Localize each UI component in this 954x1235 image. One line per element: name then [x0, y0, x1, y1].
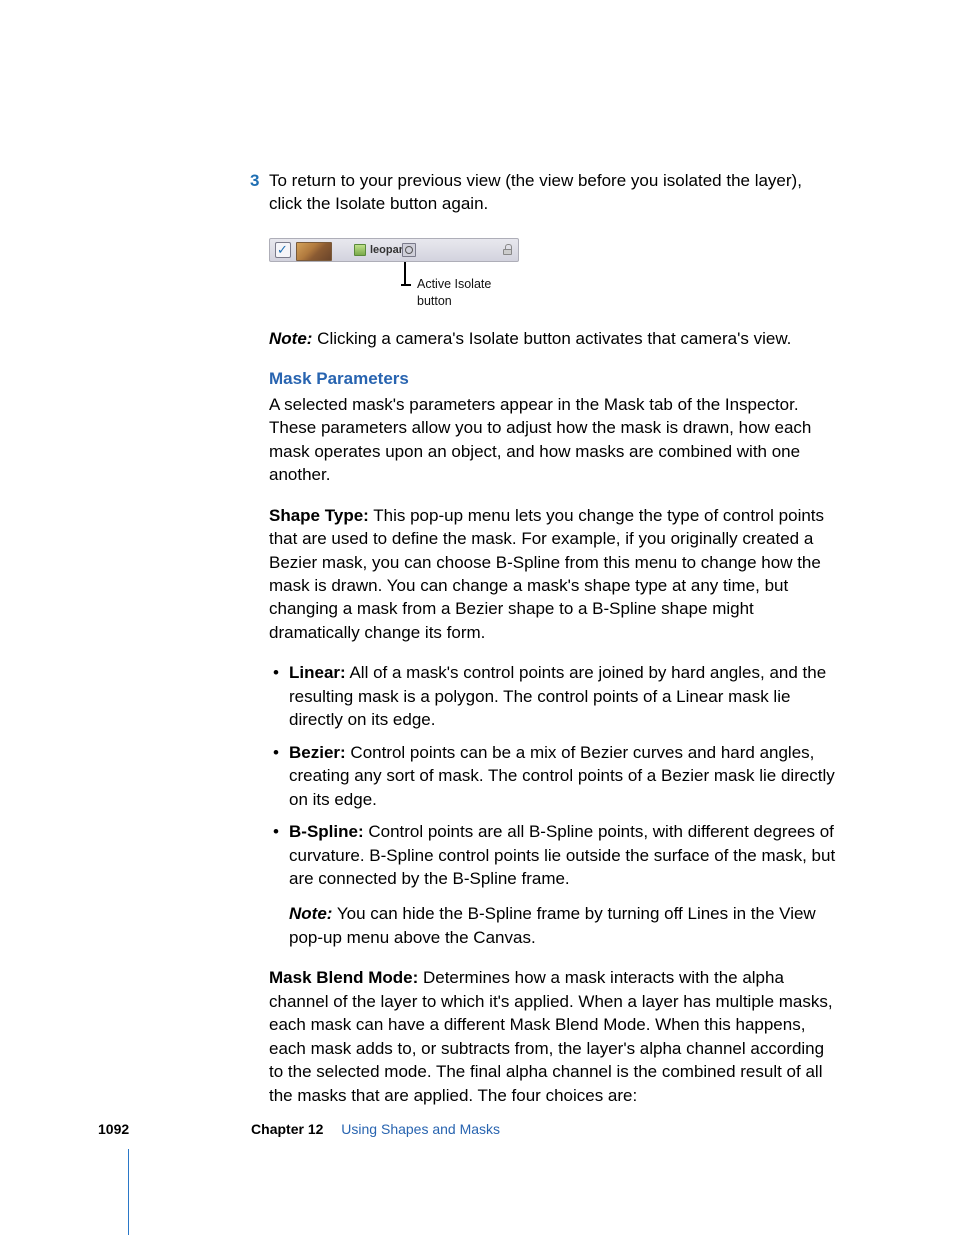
note-clicking-camera: Note: Clicking a camera's Isolate button… — [269, 327, 837, 350]
page-footer: 1092 Chapter 12 Using Shapes and Masks — [98, 1120, 838, 1139]
callout-line — [404, 262, 406, 284]
figure: leopard Active Isolate button — [269, 238, 519, 303]
chapter-label: Chapter 12 — [251, 1121, 323, 1137]
body-bspline: Control points are all B-Spline points, … — [289, 822, 835, 888]
page-number: 1092 — [98, 1121, 129, 1137]
layer-thumbnail — [296, 242, 332, 261]
heading-mask-parameters: Mask Parameters — [269, 367, 837, 390]
list-item: Bezier: Control points can be a mix of B… — [269, 741, 837, 811]
term-linear: Linear: — [289, 663, 346, 682]
intro-paragraph: A selected mask's parameters appear in t… — [269, 393, 837, 487]
shape-type-paragraph: Shape Type: This pop-up menu lets you ch… — [269, 504, 837, 645]
body-linear: All of a mask's control points are joine… — [289, 663, 826, 729]
page: 3 To return to your previous view (the v… — [0, 0, 954, 1235]
note-text: You can hide the B-Spline frame by turni… — [289, 904, 816, 946]
isolate-button[interactable] — [402, 243, 416, 257]
step-block: 3 To return to your previous view (the v… — [269, 169, 837, 216]
list-item: Linear: All of a mask's control points a… — [269, 661, 837, 731]
image-icon — [354, 244, 366, 256]
visibility-checkbox[interactable] — [275, 242, 291, 258]
note-label: Note: — [289, 904, 332, 923]
body-bezier: Control points can be a mix of Bezier cu… — [289, 743, 835, 809]
chapter-title: Using Shapes and Masks — [341, 1121, 500, 1137]
step-number: 3 — [250, 169, 269, 216]
blend-mode-paragraph: Mask Blend Mode: Determines how a mask i… — [269, 966, 837, 1107]
list-item: B-Spline: Control points are all B-Splin… — [269, 820, 837, 890]
note-bspline-frame: Note: You can hide the B-Spline frame by… — [269, 902, 837, 949]
term-blend-mode: Mask Blend Mode: — [269, 968, 418, 987]
lock-icon[interactable] — [503, 244, 512, 255]
layer-bar: leopard — [269, 238, 519, 262]
shape-type-body: This pop-up menu lets you change the typ… — [269, 506, 824, 642]
content-column: 3 To return to your previous view (the v… — [269, 169, 837, 1124]
margin-rule — [128, 1149, 129, 1235]
term-bspline: B-Spline: — [289, 822, 364, 841]
term-bezier: Bezier: — [289, 743, 346, 762]
bullet-list: Linear: All of a mask's control points a… — [269, 661, 837, 890]
step-text: To return to your previous view (the vie… — [269, 169, 837, 216]
term-shape-type: Shape Type: — [269, 506, 369, 525]
note-text: Clicking a camera's Isolate button activ… — [312, 329, 791, 348]
blend-mode-body: Determines how a mask interacts with the… — [269, 968, 833, 1104]
note-label: Note: — [269, 329, 312, 348]
figure-caption: Active Isolate button — [417, 276, 519, 311]
